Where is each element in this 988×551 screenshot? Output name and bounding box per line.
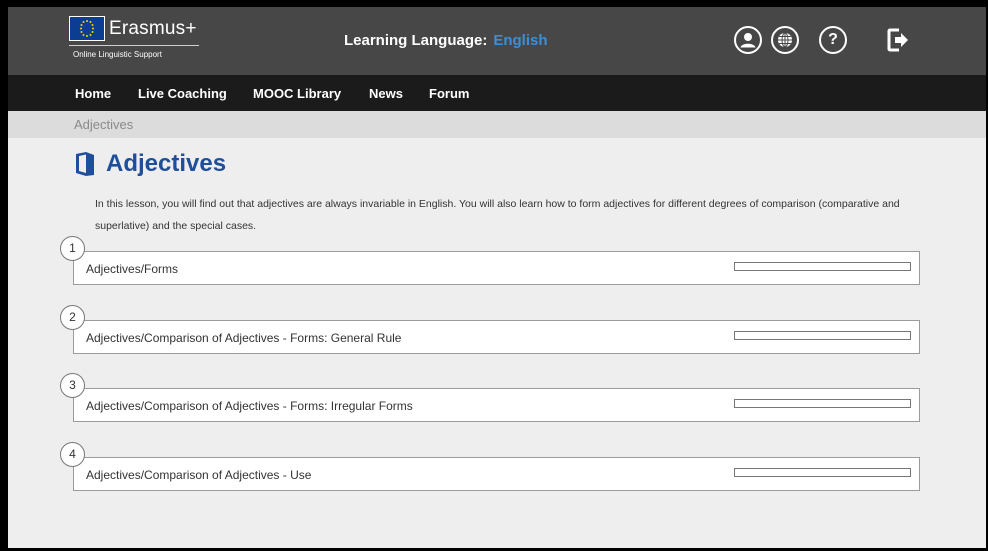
book-icon xyxy=(76,152,94,176)
logo-wordmark: Erasmus+ xyxy=(109,18,197,39)
lesson-progress-bar xyxy=(734,262,911,271)
learning-language[interactable]: Learning Language: English xyxy=(344,32,548,49)
learning-language-value[interactable]: English xyxy=(493,32,547,49)
breadcrumb-current: Adjectives xyxy=(74,117,134,132)
lesson-progress-bar xyxy=(734,331,911,340)
lesson-progress-bar xyxy=(734,468,911,477)
lesson-item[interactable]: Adjectives/Comparison of Adjectives - Us… xyxy=(73,457,920,491)
logout-icon[interactable] xyxy=(886,27,910,58)
main-nav: Home Live Coaching MOOC Library News For… xyxy=(8,75,986,111)
top-bar: Erasmus+ Online Linguistic Support Learn… xyxy=(8,7,986,75)
nav-live-coaching[interactable]: Live Coaching xyxy=(138,86,227,101)
lesson-item[interactable]: Adjectives/Forms xyxy=(73,251,920,285)
lesson-title[interactable]: Adjectives/Forms xyxy=(86,262,178,276)
lesson-number-badge: 2 xyxy=(60,305,85,330)
nav-mooc-library[interactable]: MOOC Library xyxy=(253,86,341,101)
lesson-title[interactable]: Adjectives/Comparison of Adjectives - Fo… xyxy=(86,331,401,345)
lesson-title[interactable]: Adjectives/Comparison of Adjectives - Fo… xyxy=(86,399,413,413)
lesson-number-badge: 1 xyxy=(60,236,85,261)
app-window: Erasmus+ Online Linguistic Support Learn… xyxy=(8,7,986,548)
help-glyph: ? xyxy=(828,31,838,48)
nav-forum[interactable]: Forum xyxy=(429,86,469,101)
user-icon[interactable] xyxy=(734,26,762,54)
eu-flag-icon xyxy=(69,16,105,41)
logo-divider xyxy=(69,45,199,46)
lesson-title[interactable]: Adjectives/Comparison of Adjectives - Us… xyxy=(86,468,311,482)
learning-language-label: Learning Language: xyxy=(344,32,488,49)
lesson-progress-bar xyxy=(734,399,911,408)
lesson-intro: In this lesson, you will find out that a… xyxy=(95,198,900,232)
lesson-number-badge: 3 xyxy=(60,373,85,398)
logo-subtitle: Online Linguistic Support xyxy=(73,50,162,59)
page-title: Adjectives xyxy=(74,146,226,182)
nav-news[interactable]: News xyxy=(369,86,403,101)
globe-icon[interactable] xyxy=(771,26,799,54)
lesson-item[interactable]: Adjectives/Comparison of Adjectives - Fo… xyxy=(73,388,920,422)
help-icon[interactable]: ? xyxy=(819,26,847,54)
breadcrumb: Adjectives xyxy=(8,111,986,138)
page-title-text: Adjectives xyxy=(106,150,227,177)
lesson-item[interactable]: Adjectives/Comparison of Adjectives - Fo… xyxy=(73,320,920,354)
nav-home[interactable]: Home xyxy=(75,86,111,101)
lesson-number-badge: 4 xyxy=(60,442,85,467)
